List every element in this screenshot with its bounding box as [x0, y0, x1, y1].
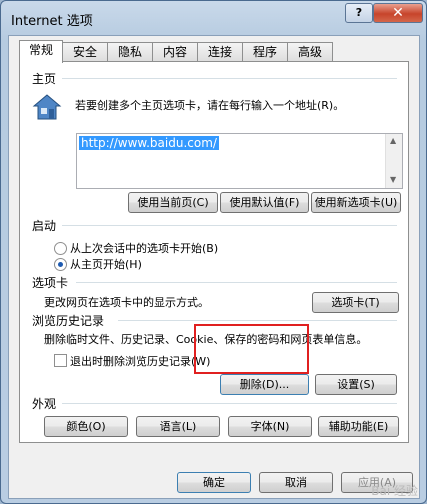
use-current-button[interactable]: 使用当前页(C)	[128, 192, 218, 213]
home-url-value: http://www.baidu.com/	[79, 136, 219, 150]
highlight-annotation	[194, 324, 309, 374]
divider	[62, 403, 397, 404]
home-instruction: 若要创建多个主页选项卡，请在每行输入一个地址(R)。	[75, 99, 345, 112]
colors-button[interactable]: 颜色(O)	[44, 416, 128, 437]
divider	[118, 320, 397, 321]
divider	[62, 78, 397, 79]
watermark: Bai 经验	[371, 484, 418, 498]
startup-last-session-label: 从上次会话中的选项卡开始(B)	[70, 242, 219, 255]
vertical-scrollbar[interactable]: ▲ ▼	[385, 134, 402, 188]
home-url-textarea[interactable]: http://www.baidu.com/ ▲ ▼	[76, 133, 403, 189]
delete-on-exit-checkbox[interactable]	[54, 354, 67, 367]
tabs-settings-button[interactable]: 选项卡(T)	[312, 292, 399, 313]
tabs-heading: 选项卡	[32, 276, 69, 290]
divider	[62, 225, 397, 226]
tabs-description: 更改网页在选项卡中的显示方式。	[44, 296, 209, 309]
browsing-history-heading: 浏览历史记录	[32, 314, 105, 328]
startup-last-session-radio[interactable]	[54, 242, 67, 255]
home-icon	[32, 94, 62, 120]
use-new-tab-button[interactable]: 使用新选项卡(U)	[311, 192, 401, 213]
tab-content[interactable]: 内容	[152, 42, 198, 62]
tab-advanced[interactable]: 高级	[287, 42, 333, 62]
accessibility-button[interactable]: 辅助功能(E)	[318, 416, 399, 437]
delete-history-button[interactable]: 删除(D)...	[220, 374, 309, 395]
tab-general[interactable]: 常规	[19, 40, 63, 63]
startup-home-label: 从主页开始(H)	[70, 258, 142, 271]
scroll-down-icon[interactable]: ▼	[390, 175, 396, 184]
use-default-button[interactable]: 使用默认值(F)	[220, 192, 309, 213]
divider	[76, 282, 397, 283]
home-page-heading: 主页	[32, 72, 57, 86]
close-button[interactable]: ✕	[373, 3, 423, 23]
dialog-client: 常规 安全 隐私 内容 连接 程序 高级 主页 若要创建多个主页选项卡，请在每行…	[8, 35, 420, 499]
cancel-button[interactable]: 取消	[259, 472, 333, 493]
tab-privacy[interactable]: 隐私	[107, 42, 153, 62]
general-tab-panel: 主页 若要创建多个主页选项卡，请在每行输入一个地址(R)。 http://www…	[19, 61, 409, 443]
fonts-button[interactable]: 字体(N)	[228, 416, 312, 437]
window-title: Internet 选项	[11, 14, 93, 29]
tab-programs[interactable]: 程序	[242, 42, 288, 62]
title-bar: Internet 选项 ? ✕	[1, 1, 426, 35]
startup-heading: 启动	[32, 219, 57, 233]
tab-security[interactable]: 安全	[62, 42, 108, 62]
help-button[interactable]: ?	[345, 3, 373, 23]
scroll-up-icon[interactable]: ▲	[390, 136, 396, 145]
history-settings-button[interactable]: 设置(S)	[315, 374, 397, 395]
startup-home-radio[interactable]	[54, 258, 67, 271]
languages-button[interactable]: 语言(L)	[136, 416, 220, 437]
delete-on-exit-label: 退出时删除浏览历史记录(W)	[70, 355, 211, 368]
internet-options-window: Internet 选项 ? ✕ 常规 安全 隐私 内容 连接 程序 高级 主页 …	[0, 0, 427, 504]
ok-button[interactable]: 确定	[177, 472, 251, 493]
tab-connections[interactable]: 连接	[197, 42, 243, 62]
appearance-heading: 外观	[32, 397, 57, 411]
